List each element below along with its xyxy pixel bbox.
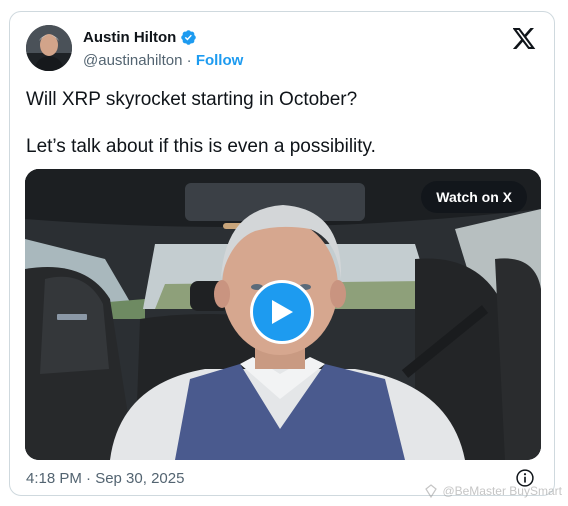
post-text-line-1: Will XRP skyrocket starting in October? [26,89,358,110]
watermark: @BeMaster BuySmart [424,484,562,498]
post-card[interactable]: Austin Hilton @austinahilton · Follow Wi… [9,11,555,496]
verified-badge-icon [181,30,197,45]
separator-dot: · [186,52,192,69]
author-handle[interactable]: @austinahilton [83,52,182,69]
post-text: Will XRP skyrocket starting in October? … [26,88,376,159]
video-player[interactable]: Watch on X [25,169,541,460]
post-timestamp[interactable]: 4:18 PM · Sep 30, 2025 [26,470,184,487]
watermark-logo-icon [425,484,438,498]
author-name[interactable]: Austin Hilton [83,29,176,46]
post-text-line-2: Let’s talk about if this is even a possi… [26,136,376,157]
watermark-text: @BeMaster BuySmart [442,484,562,498]
x-logo-icon[interactable] [513,28,536,49]
follow-button[interactable]: Follow [196,52,244,69]
watch-on-x-button[interactable]: Watch on X [421,181,527,213]
play-icon [272,300,293,324]
play-button[interactable] [250,280,314,344]
author-handle-row: @austinahilton · Follow [83,52,243,69]
avatar[interactable] [26,25,72,71]
